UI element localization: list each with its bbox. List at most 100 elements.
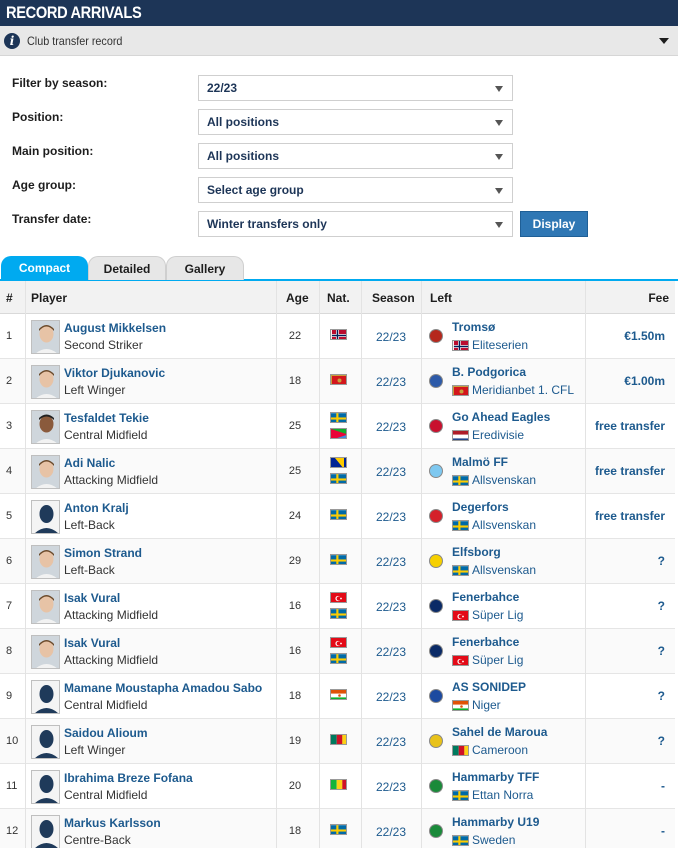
player-photo[interactable] <box>31 635 60 669</box>
league-link[interactable]: Sweden <box>472 833 515 847</box>
player-photo[interactable] <box>31 455 60 489</box>
club-logo-icon[interactable] <box>429 374 443 388</box>
league-link[interactable]: Allsvenskan <box>472 518 536 532</box>
player-photo[interactable] <box>31 545 60 579</box>
club-name-link[interactable]: Degerfors <box>452 500 509 514</box>
club-name-link[interactable]: Tromsø <box>452 320 495 334</box>
league-link[interactable]: Süper Lig <box>472 653 523 667</box>
season-link[interactable]: 22/23 <box>362 735 420 749</box>
club-name-link[interactable]: AS SONIDEP <box>452 680 526 694</box>
player-photo[interactable] <box>31 770 60 804</box>
club-logo-icon[interactable] <box>429 509 443 523</box>
column-header-season[interactable]: Season <box>372 291 415 305</box>
transfer-fee-link[interactable]: ? <box>658 689 665 703</box>
club-logo-icon[interactable] <box>429 599 443 613</box>
transfer-fee-link[interactable]: free transfer <box>595 509 665 523</box>
club-name-link[interactable]: Fenerbahce <box>452 590 519 604</box>
league-link[interactable]: Meridianbet 1. CFL <box>472 383 574 397</box>
age-group-select[interactable]: Select age group <box>198 177 513 203</box>
column-header-fee[interactable]: Fee <box>648 291 669 305</box>
season-link[interactable]: 22/23 <box>362 465 420 479</box>
club-name-link[interactable]: Go Ahead Eagles <box>452 410 550 424</box>
player-name-link[interactable]: August Mikkelsen <box>64 321 166 335</box>
column-header-player[interactable]: Player <box>31 291 67 305</box>
club-name-link[interactable]: B. Podgorica <box>452 365 526 379</box>
league-link[interactable]: Allsvenskan <box>472 563 536 577</box>
season-link[interactable]: 22/23 <box>362 420 420 434</box>
league-link[interactable]: Niger <box>472 698 501 712</box>
club-name-link[interactable]: Hammarby TFF <box>452 770 539 784</box>
league-link[interactable]: Cameroon <box>472 743 528 757</box>
player-name-link[interactable]: Adi Nalic <box>64 456 115 470</box>
tab-gallery[interactable]: Gallery <box>166 256 244 280</box>
season-link[interactable]: 22/23 <box>362 510 420 524</box>
club-name-link[interactable]: Elfsborg <box>452 545 501 559</box>
display-button[interactable]: Display <box>520 211 588 237</box>
player-name-link[interactable]: Saidou Alioum <box>64 726 148 740</box>
tab-compact[interactable]: Compact <box>1 256 88 280</box>
transfer-fee-link[interactable]: free transfer <box>595 419 665 433</box>
transfer-fee-link[interactable]: ? <box>658 599 665 613</box>
season-link[interactable]: 22/23 <box>362 600 420 614</box>
club-logo-icon[interactable] <box>429 779 443 793</box>
club-logo-icon[interactable] <box>429 644 443 658</box>
transfer-fee-link[interactable]: - <box>661 779 665 793</box>
player-name-link[interactable]: Viktor Djukanovic <box>64 366 165 380</box>
transfer-fee-link[interactable]: ? <box>658 644 665 658</box>
club-name-link[interactable]: Fenerbahce <box>452 635 519 649</box>
league-link[interactable]: Allsvenskan <box>472 473 536 487</box>
season-link[interactable]: 22/23 <box>362 645 420 659</box>
transfer-fee-link[interactable]: €1.50m <box>624 329 665 343</box>
season-link[interactable]: 22/23 <box>362 555 420 569</box>
player-name-link[interactable]: Mamane Moustapha Amadou Sabo <box>64 681 262 695</box>
season-link[interactable]: 22/23 <box>362 780 420 794</box>
column-header-left[interactable]: Left <box>430 291 452 305</box>
transfer-fee-link[interactable]: - <box>661 824 665 838</box>
club-logo-icon[interactable] <box>429 329 443 343</box>
section-header[interactable]: i Club transfer record <box>0 26 678 56</box>
league-link[interactable]: Süper Lig <box>472 608 523 622</box>
column-header-age[interactable]: Age <box>286 291 309 305</box>
club-name-link[interactable]: Hammarby U19 <box>452 815 539 829</box>
player-name-link[interactable]: Ibrahima Breze Fofana <box>64 771 193 785</box>
player-name-link[interactable]: Anton Kralj <box>64 501 129 515</box>
season-link[interactable]: 22/23 <box>362 330 420 344</box>
season-select[interactable]: 22/23 <box>198 75 513 101</box>
player-name-link[interactable]: Markus Karlsson <box>64 816 161 830</box>
club-logo-icon[interactable] <box>429 419 443 433</box>
position-select[interactable]: All positions <box>198 109 513 135</box>
club-logo-icon[interactable] <box>429 824 443 838</box>
chevron-down-icon[interactable] <box>659 38 669 44</box>
player-photo[interactable] <box>31 500 60 534</box>
player-photo[interactable] <box>31 590 60 624</box>
player-name-link[interactable]: Isak Vural <box>64 636 120 650</box>
player-photo[interactable] <box>31 320 60 354</box>
club-name-link[interactable]: Sahel de Maroua <box>452 725 547 739</box>
club-logo-icon[interactable] <box>429 689 443 703</box>
player-name-link[interactable]: Simon Strand <box>64 546 142 560</box>
player-photo[interactable] <box>31 725 60 759</box>
player-photo[interactable] <box>31 410 60 444</box>
player-name-link[interactable]: Isak Vural <box>64 591 120 605</box>
league-link[interactable]: Eredivisie <box>472 428 524 442</box>
main-position-select[interactable]: All positions <box>198 143 513 169</box>
player-photo[interactable] <box>31 815 60 848</box>
transfer-fee-link[interactable]: €1.00m <box>624 374 665 388</box>
tab-detailed[interactable]: Detailed <box>88 256 166 280</box>
club-logo-icon[interactable] <box>429 734 443 748</box>
club-logo-icon[interactable] <box>429 464 443 478</box>
league-link[interactable]: Eliteserien <box>472 338 528 352</box>
player-photo[interactable] <box>31 365 60 399</box>
season-link[interactable]: 22/23 <box>362 825 420 839</box>
transfer-fee-link[interactable]: free transfer <box>595 464 665 478</box>
transfer-date-select[interactable]: Winter transfers only <box>198 211 513 237</box>
league-link[interactable]: Ettan Norra <box>472 788 533 802</box>
transfer-fee-link[interactable]: ? <box>658 554 665 568</box>
season-link[interactable]: 22/23 <box>362 690 420 704</box>
transfer-fee-link[interactable]: ? <box>658 734 665 748</box>
player-photo[interactable] <box>31 680 60 714</box>
season-link[interactable]: 22/23 <box>362 375 420 389</box>
club-name-link[interactable]: Malmö FF <box>452 455 508 469</box>
player-name-link[interactable]: Tesfaldet Tekie <box>64 411 149 425</box>
club-logo-icon[interactable] <box>429 554 443 568</box>
